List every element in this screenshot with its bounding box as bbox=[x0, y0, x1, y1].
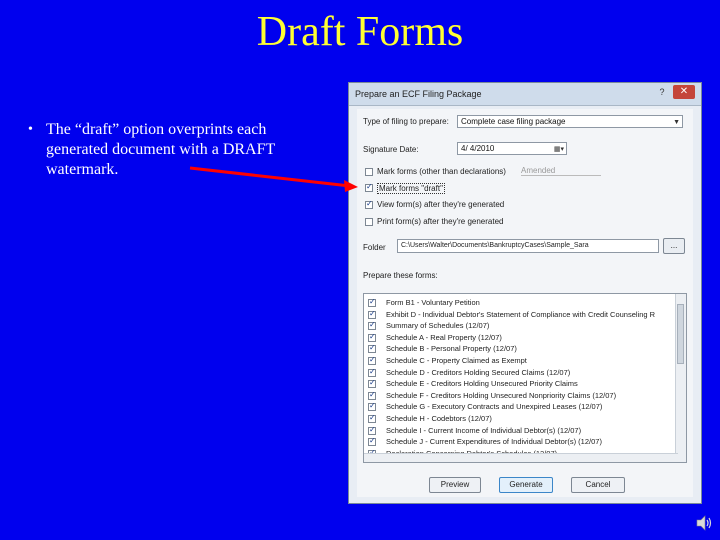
mark-draft-label: Mark forms "draft" bbox=[377, 183, 445, 194]
form-name: Schedule F - Creditors Holding Unsecured… bbox=[386, 390, 617, 400]
close-button[interactable]: ✕ bbox=[673, 85, 695, 99]
mark-draft-checkbox[interactable] bbox=[365, 182, 373, 192]
form-name: Schedule B - Personal Property (12/07) bbox=[386, 344, 517, 354]
bullet-marker: • bbox=[28, 122, 33, 137]
list-item[interactable]: Exhibit D - Individual Debtor's Statemen… bbox=[368, 309, 668, 321]
filing-dialog: Prepare an ECF Filing Package ? ✕ Type o… bbox=[348, 82, 702, 504]
form-checkbox[interactable] bbox=[368, 320, 376, 331]
list-item[interactable]: Schedule A - Real Property (12/07) bbox=[368, 332, 668, 344]
bullet-text: The “draft” option overprints each gener… bbox=[46, 121, 275, 178]
form-name: Schedule E - Creditors Holding Unsecured… bbox=[386, 379, 578, 389]
list-item[interactable]: Schedule C - Property Claimed as Exempt bbox=[368, 355, 668, 367]
list-item[interactable]: Form B1 - Voluntary Petition bbox=[368, 297, 668, 309]
filing-type-label: Type of filing to prepare: bbox=[363, 117, 449, 126]
form-name: Schedule H - Codebtors (12/07) bbox=[386, 414, 492, 423]
print-forms-label: Print form(s) after they're generated bbox=[377, 217, 504, 226]
view-forms-checkbox[interactable] bbox=[365, 199, 373, 209]
forms-list[interactable]: Form B1 - Voluntary Petition Exhibit D - … bbox=[363, 293, 687, 463]
form-checkbox[interactable] bbox=[368, 390, 376, 400]
form-checkbox[interactable] bbox=[368, 436, 376, 447]
list-item[interactable]: Schedule J - Current Expenditures of Ind… bbox=[368, 436, 668, 448]
list-item[interactable]: Schedule H - Codebtors (12/07) bbox=[368, 413, 668, 425]
speaker-icon[interactable] bbox=[695, 514, 713, 532]
signature-date-label: Signature Date: bbox=[363, 145, 419, 154]
form-checkbox[interactable] bbox=[368, 297, 376, 307]
view-forms-label: View form(s) after they're generated bbox=[377, 200, 505, 209]
filing-type-value: Complete case filing package bbox=[461, 117, 566, 126]
slide-title: Draft Forms bbox=[256, 9, 464, 55]
scrollbar-thumb[interactable] bbox=[677, 304, 684, 364]
folder-label: Folder bbox=[363, 243, 386, 252]
preview-button[interactable]: Preview bbox=[429, 477, 481, 493]
generate-button[interactable]: Generate bbox=[499, 477, 553, 493]
form-name: Schedule A - Real Property (12/07) bbox=[386, 332, 502, 342]
form-checkbox[interactable] bbox=[368, 355, 376, 365]
form-checkbox[interactable] bbox=[368, 343, 376, 354]
list-item[interactable]: Schedule I - Current Income of Individua… bbox=[368, 425, 668, 437]
prepare-forms-label: Prepare these forms: bbox=[363, 271, 438, 280]
folder-path-input[interactable]: C:\Users\Walter\Documents\BankruptcyCase… bbox=[397, 239, 659, 253]
form-name: Schedule D - Creditors Holding Secured C… bbox=[386, 367, 571, 377]
dialog-body: Type of filing to prepare: Complete case… bbox=[357, 109, 693, 497]
cancel-button[interactable]: Cancel bbox=[571, 477, 625, 493]
calendar-icon: ▦▾ bbox=[553, 146, 564, 153]
form-checkbox[interactable] bbox=[368, 309, 376, 319]
list-item[interactable]: Schedule F - Creditors Holding Unsecured… bbox=[368, 390, 668, 402]
form-checkbox[interactable] bbox=[368, 425, 376, 435]
dropdown-arrow-icon: ▼ bbox=[673, 119, 680, 126]
list-item[interactable]: Schedule G - Executory Contracts and Une… bbox=[368, 401, 668, 413]
dialog-titlebar: Prepare an ECF Filing Package ? ✕ bbox=[349, 83, 701, 106]
print-forms-checkbox[interactable] bbox=[365, 218, 373, 226]
form-checkbox[interactable] bbox=[368, 332, 376, 342]
form-checkbox[interactable] bbox=[368, 401, 376, 412]
form-name: Form B1 - Voluntary Petition bbox=[386, 298, 480, 307]
form-name: Exhibit D - Individual Debtor's Statemen… bbox=[386, 309, 656, 319]
list-item[interactable]: Schedule E - Creditors Holding Unsecured… bbox=[368, 378, 668, 390]
amended-field[interactable]: Amended bbox=[521, 166, 601, 176]
filing-type-select[interactable]: Complete case filing package ▼ bbox=[457, 115, 683, 128]
form-name: Schedule I - Current Income of Individua… bbox=[386, 425, 582, 435]
list-item[interactable]: Schedule B - Personal Property (12/07) bbox=[368, 343, 668, 355]
form-name: Summary of Schedules (12/07) bbox=[386, 321, 490, 331]
dialog-title: Prepare an ECF Filing Package bbox=[355, 89, 482, 99]
form-name: Schedule C - Property Claimed as Exempt bbox=[386, 356, 527, 365]
horizontal-scrollbar[interactable] bbox=[364, 453, 678, 462]
signature-date-value: 4/ 4/2010 bbox=[461, 144, 495, 153]
mark-forms-label: Mark forms (other than declarations) bbox=[377, 167, 506, 176]
form-checkbox[interactable] bbox=[368, 378, 376, 389]
help-button[interactable]: ? bbox=[655, 86, 669, 98]
form-name: Schedule J - Current Expenditures of Ind… bbox=[386, 437, 602, 447]
signature-date-field[interactable]: 4/ 4/2010 ▦▾ bbox=[457, 142, 567, 155]
list-item[interactable]: Schedule D - Creditors Holding Secured C… bbox=[368, 367, 668, 379]
form-name: Schedule G - Executory Contracts and Une… bbox=[386, 402, 603, 412]
browse-button[interactable]: ... bbox=[663, 238, 685, 254]
form-checkbox[interactable] bbox=[368, 413, 376, 423]
vertical-scrollbar[interactable] bbox=[675, 294, 686, 462]
list-item[interactable]: Summary of Schedules (12/07) bbox=[368, 320, 668, 332]
form-checkbox[interactable] bbox=[368, 367, 376, 377]
mark-forms-checkbox[interactable] bbox=[365, 168, 373, 176]
